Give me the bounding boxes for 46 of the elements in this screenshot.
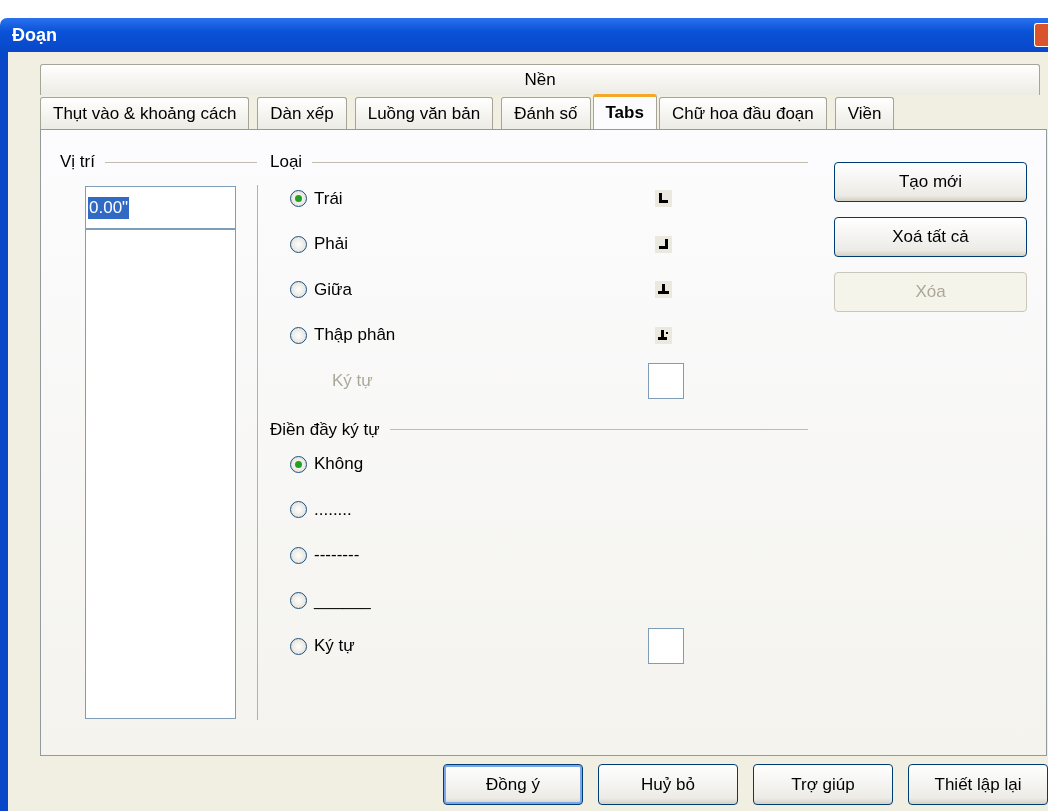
radio-button[interactable]: [290, 546, 307, 564]
tab-stop-icon: [655, 190, 672, 208]
close-icon[interactable]: [1034, 23, 1048, 47]
tab[interactable]: Dàn xếp: [257, 97, 347, 129]
option-label: Trái: [314, 188, 343, 209]
window-title: Đoạn: [12, 24, 57, 46]
radio-button[interactable]: [290, 455, 307, 473]
group-label: Loại: [270, 152, 303, 172]
radio-button[interactable]: [290, 501, 307, 519]
option-label: --------: [314, 545, 360, 566]
dialog-button[interactable]: Huỷ bỏ: [598, 764, 738, 805]
radio-button[interactable]: [290, 637, 307, 655]
character-label: Ký tự: [332, 370, 373, 391]
radio-button[interactable]: [290, 235, 307, 253]
dialog-button[interactable]: Thiết lập lại: [908, 764, 1048, 805]
group-label: Vị trí: [60, 152, 95, 172]
tab-stop-icon: [655, 235, 672, 253]
tab[interactable]: Chữ hoa đầu đoạn: [658, 97, 827, 129]
tab[interactable]: Nền: [40, 64, 1040, 95]
option-label: Không: [314, 454, 364, 475]
radio-button[interactable]: [290, 281, 307, 299]
group-label: Điền đầy ký tự: [270, 419, 380, 440]
tab[interactable]: Đánh số: [501, 97, 591, 129]
option-label: Thập phân: [314, 325, 396, 346]
tab[interactable]: Tabs: [592, 94, 657, 129]
character-field[interactable]: [648, 362, 684, 399]
dialog-button[interactable]: Tạo mới: [834, 162, 1027, 202]
character-field[interactable]: [648, 628, 684, 665]
option-label: Ký tự: [314, 636, 355, 657]
option-label: Phải: [314, 234, 349, 255]
radio-button[interactable]: [290, 190, 307, 208]
option-label: ______: [314, 590, 371, 611]
radio-button[interactable]: [290, 326, 307, 344]
dialog-button[interactable]: Đồng ý: [443, 764, 583, 805]
position-list[interactable]: 0.00": [85, 186, 236, 719]
tab-stop-icon: [655, 326, 672, 344]
dialog-button[interactable]: Xoá tất cả: [834, 217, 1027, 257]
position-value[interactable]: 0.00": [88, 196, 130, 219]
tab[interactable]: Viền: [834, 97, 895, 129]
dialog-button[interactable]: Trợ giúp: [753, 764, 893, 805]
tab-stop-icon: [655, 281, 672, 299]
tab[interactable]: Luồng văn bản: [354, 97, 494, 129]
option-label: Giữa: [314, 279, 352, 300]
option-label: ........: [314, 499, 352, 520]
radio-button[interactable]: [290, 592, 307, 610]
tab[interactable]: Thụt vào & khoảng cách: [40, 97, 250, 129]
